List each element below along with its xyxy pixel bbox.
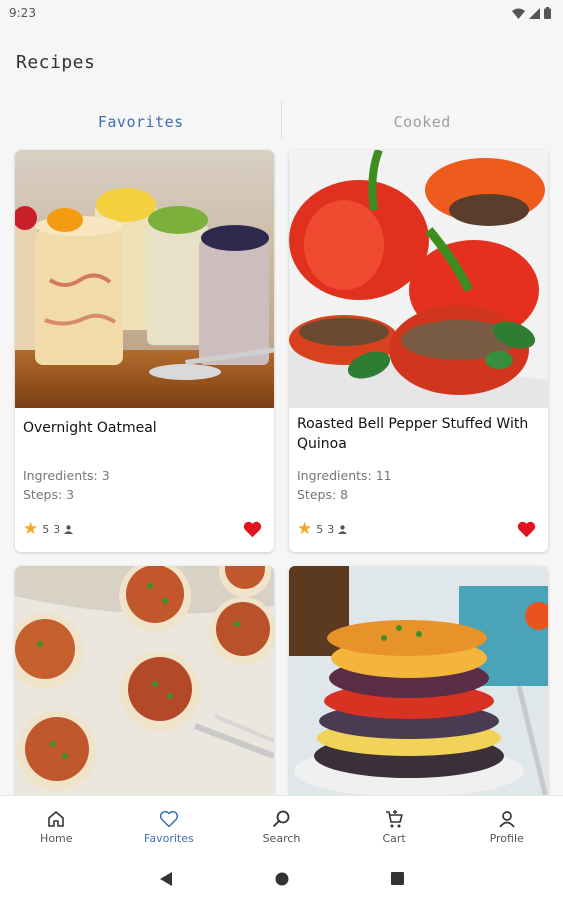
tab-favorites[interactable]: Favorites bbox=[0, 100, 282, 144]
recipe-footer: ★ 5 3 bbox=[297, 518, 536, 540]
heart-filled-icon[interactable] bbox=[517, 521, 536, 538]
heart-filled-icon[interactable] bbox=[243, 521, 262, 538]
recents-button[interactable] bbox=[390, 871, 406, 887]
back-triangle-icon bbox=[159, 871, 172, 886]
status-time: 9:23 bbox=[9, 6, 36, 20]
recipe-steps: Steps: 3 bbox=[23, 487, 75, 502]
nav-cart-label: Cart bbox=[382, 831, 406, 845]
recipe-title: Overnight Oatmeal bbox=[23, 420, 157, 436]
person-icon bbox=[338, 524, 348, 534]
recipe-ingredients: Ingredients: 3 bbox=[23, 468, 110, 483]
recipe-card[interactable]: Overnight Oatmeal Ingredients: 3 Steps: … bbox=[15, 150, 274, 552]
cart-icon bbox=[386, 809, 403, 827]
nav-favorites[interactable]: Favorites bbox=[113, 796, 226, 857]
recipe-steps: Steps: 8 bbox=[297, 487, 349, 502]
nav-search-label: Search bbox=[262, 831, 301, 845]
recipe-grid: Overnight Oatmeal Ingredients: 3 Steps: … bbox=[15, 150, 549, 798]
recipe-ingredients: Ingredients: 11 bbox=[297, 468, 392, 483]
cooks-count: 3 bbox=[53, 522, 61, 536]
recipe-image-oatmeal bbox=[15, 150, 274, 408]
recipe-card[interactable]: Roasted Bell Pepper Stuffed With Quinoa … bbox=[289, 150, 548, 552]
rating-info: ★ 5 3 bbox=[297, 518, 348, 539]
battery-icon bbox=[544, 7, 551, 19]
nav-profile[interactable]: Profile bbox=[450, 796, 563, 857]
rating-info: ★ 5 3 bbox=[23, 518, 74, 539]
nav-search[interactable]: Search bbox=[225, 796, 338, 857]
nav-cart[interactable]: Cart bbox=[338, 796, 451, 857]
search-icon bbox=[273, 810, 290, 827]
back-button[interactable] bbox=[158, 871, 174, 887]
nav-favorites-label: Favorites bbox=[144, 831, 194, 845]
star-icon: ★ bbox=[297, 518, 313, 539]
status-icons bbox=[512, 7, 551, 19]
recipe-card[interactable] bbox=[15, 566, 274, 798]
rating-value: 5 bbox=[316, 522, 324, 536]
nav-profile-label: Profile bbox=[489, 831, 524, 845]
nav-home[interactable]: Home bbox=[0, 796, 113, 857]
rating-value: 5 bbox=[42, 522, 50, 536]
heart-icon bbox=[159, 810, 179, 827]
recipe-title: Roasted Bell Pepper Stuffed With Quinoa bbox=[297, 416, 529, 452]
recipe-image-mushrooms bbox=[15, 566, 274, 798]
system-nav-bar bbox=[0, 857, 563, 900]
person-icon bbox=[64, 524, 74, 534]
tab-divider bbox=[281, 102, 282, 138]
cooks-count: 3 bbox=[327, 522, 335, 536]
recipe-meta: Ingredients: 3 Steps: 3 bbox=[23, 466, 110, 504]
tab-cooked[interactable]: Cooked bbox=[282, 100, 563, 144]
home-icon bbox=[48, 810, 65, 827]
page-title: Recipes bbox=[16, 52, 96, 73]
recipe-image-peppers bbox=[289, 150, 548, 408]
home-button[interactable] bbox=[274, 871, 290, 887]
recipe-meta: Ingredients: 11 Steps: 8 bbox=[297, 466, 392, 504]
status-bar: 9:23 bbox=[0, 0, 563, 26]
home-circle-icon bbox=[275, 872, 288, 885]
signal-icon bbox=[529, 7, 540, 19]
recipe-image-vegetable-stack bbox=[289, 566, 548, 798]
nav-home-label: Home bbox=[40, 831, 73, 845]
recents-square-icon bbox=[391, 872, 404, 885]
profile-icon bbox=[499, 810, 515, 828]
recipe-card[interactable] bbox=[289, 566, 548, 798]
star-icon: ★ bbox=[23, 518, 39, 539]
recipe-footer: ★ 5 3 bbox=[23, 518, 262, 540]
bottom-nav: Home Favorites Search Cart Profile bbox=[0, 795, 563, 857]
tab-bar: Favorites Cooked bbox=[0, 100, 563, 144]
wifi-icon bbox=[512, 8, 525, 19]
